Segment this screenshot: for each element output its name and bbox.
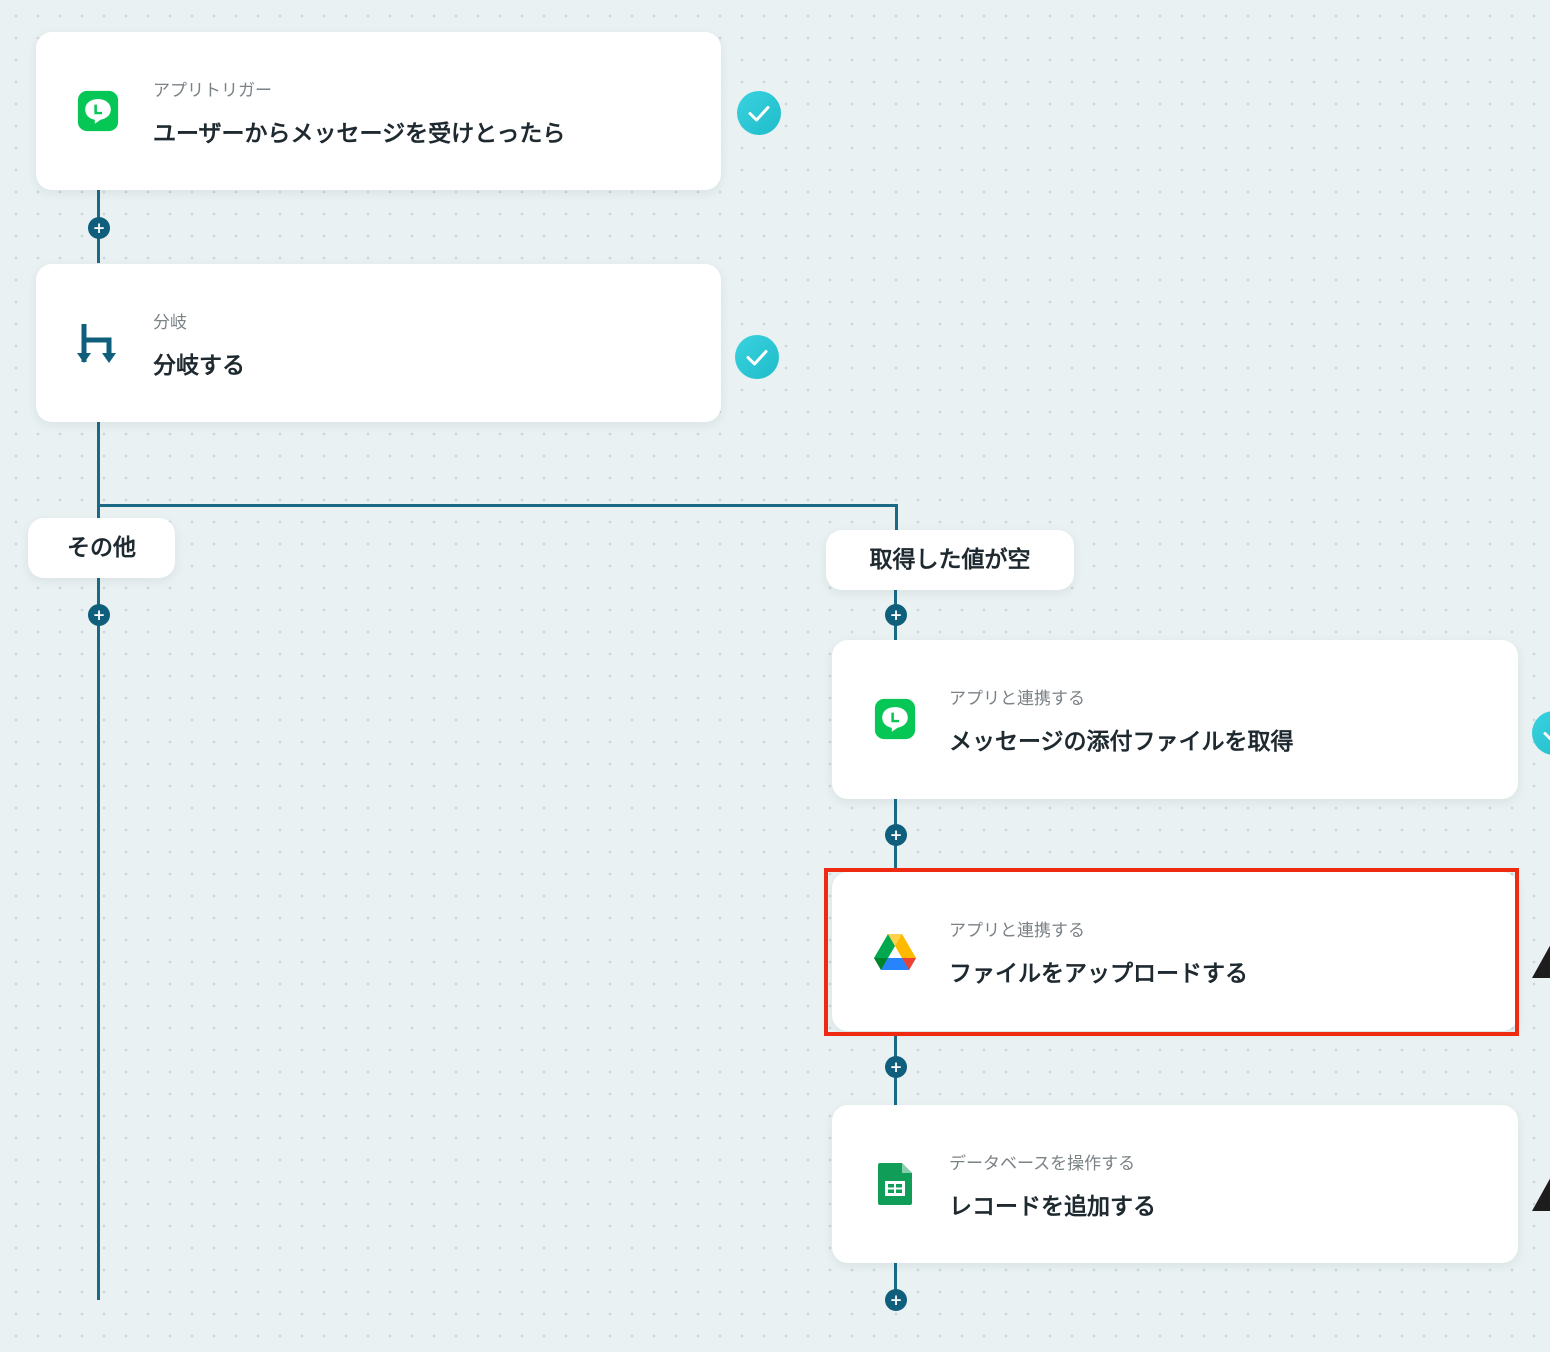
trigger-kind-label: アプリトリガー (153, 81, 272, 101)
line-app-icon (77, 90, 119, 132)
branch-title: 分岐する (153, 353, 245, 379)
trigger-card[interactable]: アプリトリガー ユーザーからメッセージを受けとったら (36, 32, 721, 190)
add-step-button[interactable]: + (885, 1056, 907, 1078)
check-icon (1532, 711, 1550, 755)
check-icon (737, 91, 781, 135)
add-step-button[interactable]: + (885, 824, 907, 846)
branch-label-empty[interactable]: 取得した値が空 (826, 530, 1074, 590)
branch-card[interactable]: 分岐 分岐する (36, 264, 721, 422)
add-step-button[interactable]: + (88, 604, 110, 626)
branch-kind-label: 分岐 (153, 313, 187, 333)
step-card-add-record[interactable]: データベースを操作する レコードを追加する (832, 1105, 1518, 1263)
trigger-title: ユーザーからメッセージを受けとったら (153, 121, 566, 147)
step-title: レコードを追加する (949, 1194, 1156, 1220)
branch-label-other[interactable]: その他 (28, 518, 175, 578)
branch-connector (97, 504, 897, 507)
add-step-button[interactable]: + (885, 604, 907, 626)
check-icon (735, 335, 779, 379)
line-app-icon (874, 698, 916, 740)
step-card-get-attachment[interactable]: アプリと連携する メッセージの添付ファイルを取得 (832, 640, 1518, 799)
step-kind-label: データベースを操作する (949, 1154, 1136, 1174)
branch-connector (895, 504, 898, 530)
step-title: メッセージの添付ファイルを取得 (949, 729, 1294, 755)
add-step-button[interactable]: + (885, 1289, 907, 1311)
google-sheets-icon (878, 1163, 912, 1205)
warning-icon (1532, 942, 1550, 978)
warning-icon (1532, 1175, 1550, 1211)
add-step-button[interactable]: + (88, 217, 110, 239)
step-kind-label: アプリと連携する (949, 689, 1085, 709)
branch-icon (77, 324, 116, 363)
selection-highlight (824, 868, 1519, 1036)
connector-line (97, 578, 100, 1300)
